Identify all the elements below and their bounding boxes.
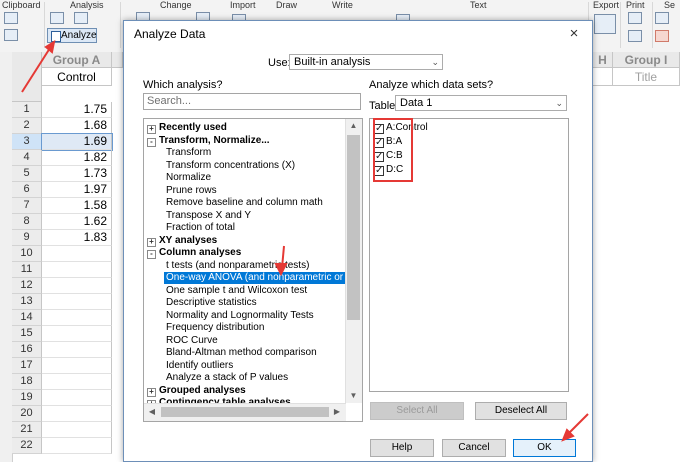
annotation-arrows [21, 39, 589, 442]
annotation-arrowhead-anova [274, 263, 288, 277]
annotation-arrow-ok [567, 413, 589, 435]
annotation-arrow-analyze [21, 47, 51, 93]
annotation-arrowhead-analyze [44, 39, 56, 54]
